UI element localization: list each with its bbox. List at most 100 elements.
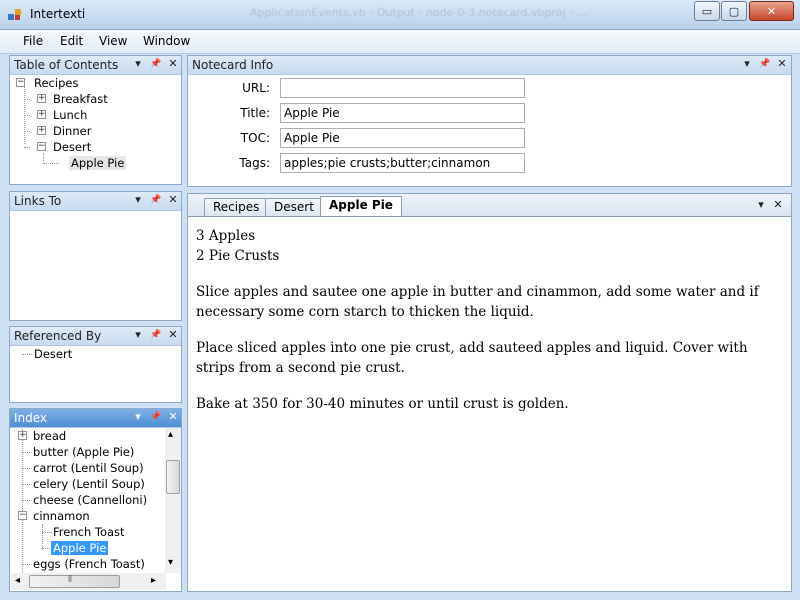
index-item-french-toast[interactable]: French Toast bbox=[53, 524, 125, 540]
toc-expander-desert[interactable]: − bbox=[37, 142, 46, 151]
menu-window[interactable]: Window bbox=[143, 34, 190, 48]
toc-label: TOC: bbox=[240, 131, 270, 145]
toc-pin-icon[interactable]: 📌 bbox=[149, 57, 163, 71]
tab-desert[interactable]: Desert bbox=[265, 198, 323, 216]
scroll-down-icon[interactable]: ▾ bbox=[168, 557, 173, 568]
index-expander-bread[interactable]: + bbox=[18, 431, 27, 440]
title-bar[interactable]: Intertexti ApplicationEvents.vb - Output… bbox=[0, 0, 800, 30]
toc-item-desert[interactable]: Desert bbox=[53, 139, 91, 155]
close-window-button[interactable]: ✕ bbox=[749, 1, 794, 21]
tree-item-label: carrot (Lentil Soup) bbox=[33, 461, 144, 475]
toc-item-apple-pie[interactable]: Apple Pie bbox=[69, 155, 127, 171]
tab-apple-pie[interactable]: Apple Pie bbox=[320, 196, 402, 216]
toc-expander-breakfast[interactable]: + bbox=[37, 94, 46, 103]
content-line-apples: 3 Apples bbox=[196, 228, 256, 244]
grip-icon: ⦀ bbox=[68, 575, 72, 585]
tags-label: Tags: bbox=[239, 156, 270, 170]
toc-item-dinner[interactable]: Dinner bbox=[53, 123, 91, 139]
referenced-by-item-desert[interactable]: Desert bbox=[34, 346, 72, 362]
tree-item-label: bread bbox=[33, 429, 67, 443]
maximize-button[interactable]: ▢ bbox=[721, 1, 747, 21]
index-item-carrot[interactable]: carrot (Lentil Soup) bbox=[33, 460, 144, 476]
notecard-info-panel-title: Notecard Info bbox=[192, 58, 274, 72]
toc-expander-lunch[interactable]: + bbox=[37, 110, 46, 119]
tree-item-label: Desert bbox=[34, 347, 73, 361]
tab-recipes[interactable]: Recipes bbox=[204, 198, 269, 216]
toc-expander-dinner[interactable]: + bbox=[37, 126, 46, 135]
scroll-up-icon[interactable]: ▴ bbox=[168, 429, 173, 440]
content-paragraph-3: Bake at 350 for 30-40 minutes or until c… bbox=[196, 396, 569, 412]
toc-panel: Table of Contents ▾ 📌 ✕ − + + + − Recipe… bbox=[9, 55, 182, 185]
document-panel: Recipes Desert Apple Pie ▾ ✕ 3 Apples 2 … bbox=[187, 193, 792, 592]
app-icon bbox=[8, 9, 21, 20]
tree-item-label: Breakfast bbox=[53, 92, 108, 106]
index-item-apple-pie[interactable]: Apple Pie bbox=[51, 540, 109, 556]
index-horizontal-scroll-thumb[interactable]: ⦀ bbox=[29, 575, 120, 588]
tree-item-label: Apple Pie bbox=[69, 156, 127, 170]
tab-close-icon[interactable]: ✕ bbox=[771, 198, 785, 212]
links-to-close-icon[interactable]: ✕ bbox=[166, 193, 180, 207]
index-vertical-scroll-thumb[interactable] bbox=[166, 460, 180, 494]
index-expander-cinnamon[interactable]: − bbox=[18, 511, 27, 520]
index-dropdown-icon[interactable]: ▾ bbox=[131, 410, 145, 424]
referenced-by-panel: Referenced By ▾ 📌 ✕ Desert bbox=[9, 326, 182, 403]
tags-field[interactable] bbox=[280, 153, 525, 173]
menu-file[interactable]: File bbox=[23, 34, 43, 48]
tree-item-label: celery (Lentil Soup) bbox=[33, 477, 145, 491]
url-field[interactable] bbox=[280, 78, 525, 98]
scroll-left-icon[interactable]: ◂ bbox=[15, 575, 20, 586]
links-to-pin-icon[interactable]: 📌 bbox=[149, 193, 163, 207]
toc-item-recipes[interactable]: Recipes bbox=[34, 75, 78, 91]
title-field[interactable] bbox=[280, 103, 525, 123]
index-item-celery[interactable]: celery (Lentil Soup) bbox=[33, 476, 145, 492]
title-label: Title: bbox=[240, 106, 270, 120]
menu-view[interactable]: View bbox=[99, 34, 127, 48]
links-to-dropdown-icon[interactable]: ▾ bbox=[131, 193, 145, 207]
tab-label: Recipes bbox=[213, 200, 260, 214]
index-item-cheese[interactable]: cheese (Cannelloni) bbox=[33, 492, 147, 508]
index-panel: Index ▾ 📌 ✕ + − bread butter (Apple Pie)… bbox=[9, 408, 182, 592]
url-label: URL: bbox=[242, 81, 270, 95]
links-to-panel-header: Links To ▾ 📌 ✕ bbox=[10, 192, 181, 211]
index-item-butter[interactable]: butter (Apple Pie) bbox=[33, 444, 134, 460]
toc-expander-recipes[interactable]: − bbox=[16, 78, 25, 87]
close-icon: ✕ bbox=[766, 4, 777, 18]
notecard-dropdown-icon[interactable]: ▾ bbox=[740, 57, 754, 71]
toc-item-breakfast[interactable]: Breakfast bbox=[53, 91, 108, 107]
notecard-content[interactable]: 3 Apples 2 Pie Crusts Slice apples and s… bbox=[196, 226, 781, 430]
toc-item-lunch[interactable]: Lunch bbox=[53, 107, 87, 123]
index-close-icon[interactable]: ✕ bbox=[166, 410, 180, 424]
index-item-bread[interactable]: bread bbox=[33, 428, 66, 444]
index-item-cinnamon[interactable]: cinnamon bbox=[33, 508, 90, 524]
minimize-button[interactable]: ▭ bbox=[694, 1, 720, 21]
tab-label: Apple Pie bbox=[329, 198, 393, 212]
tree-item-label: Desert bbox=[53, 140, 92, 154]
window-title: Intertexti bbox=[30, 7, 86, 21]
index-vertical-scrollbar[interactable] bbox=[165, 428, 181, 573]
tree-item-label: Dinner bbox=[53, 124, 92, 138]
index-pin-icon[interactable]: 📌 bbox=[149, 410, 163, 424]
referenced-by-pin-icon[interactable]: 📌 bbox=[149, 328, 163, 342]
referenced-by-panel-header: Referenced By ▾ 📌 ✕ bbox=[10, 327, 181, 346]
toc-dropdown-icon[interactable]: ▾ bbox=[131, 57, 145, 71]
notecard-pin-icon[interactable]: 📌 bbox=[758, 57, 772, 71]
notecard-close-icon[interactable]: ✕ bbox=[775, 57, 789, 71]
tree-item-label: butter (Apple Pie) bbox=[33, 445, 135, 459]
index-item-eggs[interactable]: eggs (French Toast) bbox=[33, 556, 145, 572]
toc-close-icon[interactable]: ✕ bbox=[166, 57, 180, 71]
tab-list-dropdown-icon[interactable]: ▾ bbox=[754, 198, 768, 212]
scroll-right-icon[interactable]: ▸ bbox=[151, 575, 156, 586]
toc-field[interactable] bbox=[280, 128, 525, 148]
referenced-by-dropdown-icon[interactable]: ▾ bbox=[131, 328, 145, 342]
tree-item-label: eggs (French Toast) bbox=[33, 557, 145, 571]
background-taskbar-text: ApplicationEvents.vb - Output - node-0-3… bbox=[250, 6, 588, 19]
links-to-panel: Links To ▾ 📌 ✕ bbox=[9, 191, 182, 321]
tree-item-label: Apple Pie bbox=[51, 541, 109, 555]
content-paragraph-2: Place sliced apples into one pie crust, … bbox=[196, 340, 748, 376]
index-panel-header: Index ▾ 📌 ✕ bbox=[10, 409, 181, 428]
tab-label: Desert bbox=[274, 200, 314, 214]
toc-panel-header: Table of Contents ▾ 📌 ✕ bbox=[10, 56, 181, 75]
menu-edit[interactable]: Edit bbox=[60, 34, 83, 48]
tree-item-label: French Toast bbox=[53, 525, 125, 539]
referenced-by-close-icon[interactable]: ✕ bbox=[166, 328, 180, 342]
